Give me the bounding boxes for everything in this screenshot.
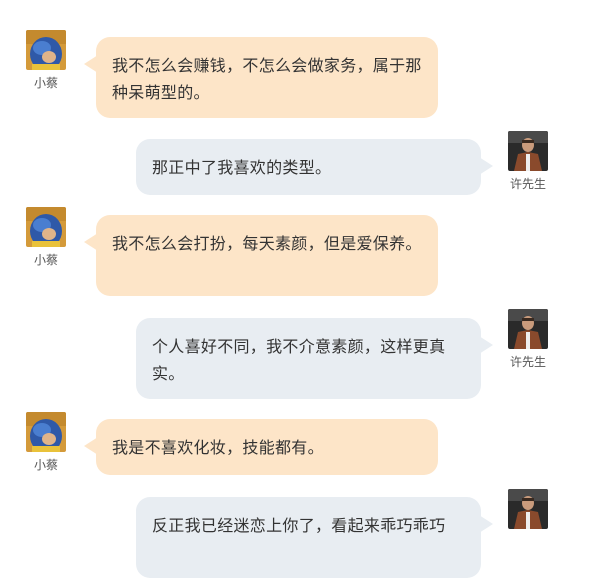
sender-name: 许先生 <box>509 355 546 369</box>
message-text: 我不怎么会打扮，每天素颜，但是爱保养。 <box>112 234 422 253</box>
blue-hair-girl-avatar-icon <box>26 30 66 70</box>
sender-avatar-block: 小蔡 <box>18 412 74 472</box>
sender-name: 小蔡 <box>33 458 58 472</box>
avatar[interactable] <box>508 309 548 349</box>
sender-name: 小蔡 <box>33 253 58 267</box>
avatar[interactable] <box>508 131 548 171</box>
avatar[interactable] <box>508 489 548 529</box>
sender-name: 小蔡 <box>33 76 58 90</box>
sender-name: 许先生 <box>509 177 546 191</box>
blue-hair-girl-avatar-icon <box>26 207 66 247</box>
message-bubble[interactable]: 我不怎么会打扮，每天素颜，但是爱保养。 <box>84 215 438 296</box>
man-in-brown-jacket-avatar-icon <box>508 489 548 529</box>
message-bubble[interactable]: 我不怎么会赚钱，不怎么会做家务，属于那种呆萌型的。 <box>84 37 438 118</box>
avatar[interactable] <box>26 30 66 70</box>
message-text: 反正我已经迷恋上你了，看起来乖巧乖巧 <box>152 516 446 535</box>
message-text: 我是不喜欢化妆，技能都有。 <box>112 438 324 457</box>
message-text: 那正中了我喜欢的类型。 <box>152 158 332 177</box>
sender-avatar-block <box>500 489 556 529</box>
avatar[interactable] <box>26 207 66 247</box>
message-bubble[interactable]: 我是不喜欢化妆，技能都有。 <box>84 419 438 475</box>
sender-avatar-block: 许先生 <box>500 309 556 369</box>
sender-avatar-block: 许先生 <box>500 131 556 191</box>
blue-hair-girl-avatar-icon <box>26 412 66 452</box>
avatar[interactable] <box>26 412 66 452</box>
message-text: 个人喜好不同，我不介意素颜，这样更真实。 <box>152 337 446 383</box>
sender-avatar-block: 小蔡 <box>18 30 74 90</box>
message-bubble[interactable]: 反正我已经迷恋上你了，看起来乖巧乖巧 <box>136 497 493 578</box>
message-bubble[interactable]: 个人喜好不同，我不介意素颜，这样更真实。 <box>136 318 493 399</box>
message-bubble[interactable]: 那正中了我喜欢的类型。 <box>136 139 493 195</box>
man-in-brown-jacket-avatar-icon <box>508 309 548 349</box>
man-in-brown-jacket-avatar-icon <box>508 131 548 171</box>
chat-thread: 小蔡 我不怎么会赚钱，不怎么会做家务，属于那种呆萌型的。 那正中了我喜欢的类型。… <box>0 0 609 578</box>
message-text: 我不怎么会赚钱，不怎么会做家务，属于那种呆萌型的。 <box>112 56 422 102</box>
sender-avatar-block: 小蔡 <box>18 207 74 267</box>
